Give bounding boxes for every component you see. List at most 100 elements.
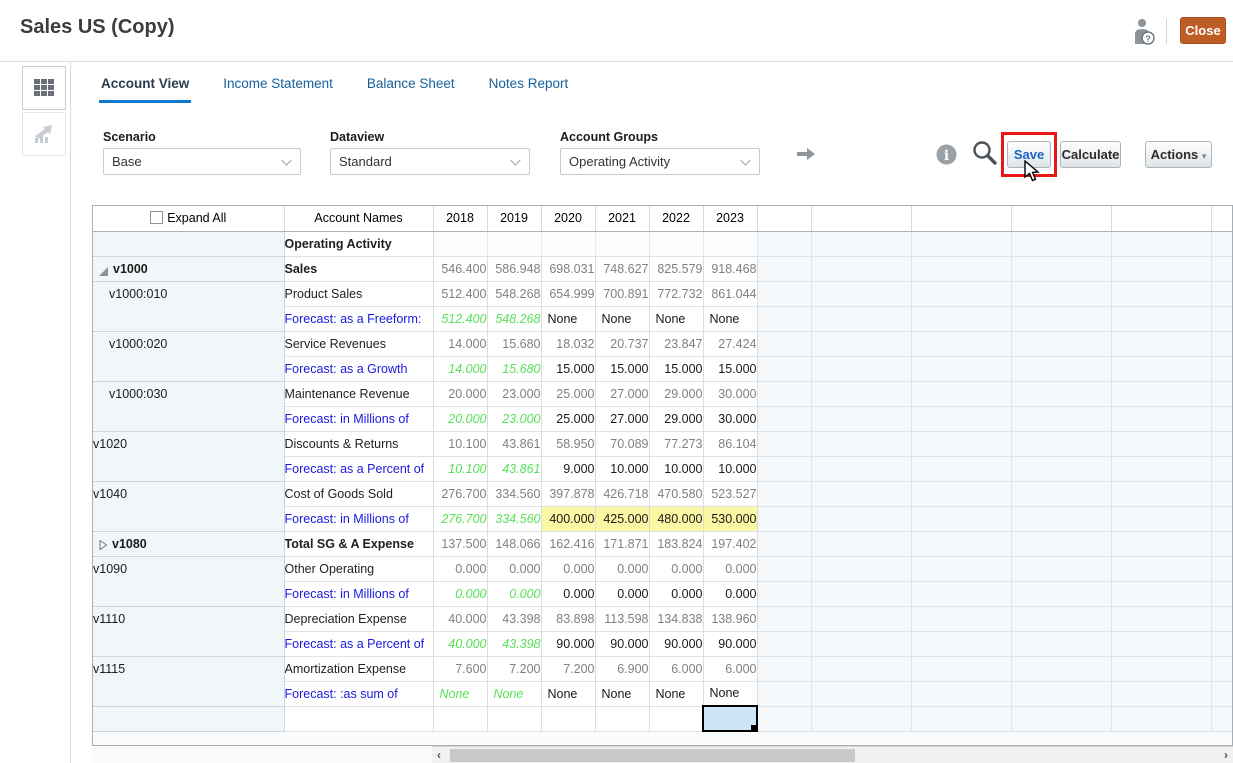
value-cell-2021[interactable]: 113.598	[595, 606, 650, 632]
scroll-left-icon[interactable]: ‹	[437, 748, 441, 762]
account-name-cell[interactable]: Maintenance Revenue	[284, 381, 434, 407]
sidebar-grid-view-button[interactable]	[22, 66, 66, 110]
expand-all-checkbox[interactable]	[150, 211, 164, 225]
account-code-cell[interactable]: v1040	[93, 481, 285, 532]
value-cell-2018[interactable]: 7.600	[433, 656, 488, 682]
sidebar-chart-view-button[interactable]	[22, 112, 66, 156]
forecast-value-cell-2022[interactable]: 29.000	[649, 406, 704, 432]
forecast-value-cell-2018[interactable]: None	[433, 681, 488, 707]
value-cell-2021[interactable]: 700.891	[595, 281, 650, 307]
forecast-value-cell-2020[interactable]: None	[541, 681, 596, 707]
forecast-value-cell-2019[interactable]: 548.268	[487, 306, 542, 332]
value-cell-2018[interactable]: 546.400	[433, 256, 488, 282]
account-name-cell[interactable]: Other Operating	[284, 556, 434, 582]
forecast-value-cell-2019[interactable]: 15.680	[487, 356, 542, 382]
account-code-cell[interactable]: v1115	[93, 656, 285, 707]
forecast-value-cell-2020[interactable]: 0.000	[541, 581, 596, 607]
forecast-value-cell-2021[interactable]: 90.000	[595, 631, 650, 657]
value-cell-2021[interactable]: 171.871	[595, 531, 650, 557]
forecast-value-cell-2018[interactable]: 10.100	[433, 456, 488, 482]
forecast-value-cell-2018[interactable]: 512.400	[433, 306, 488, 332]
save-button[interactable]: Save	[1007, 141, 1051, 168]
close-button[interactable]: Close	[1180, 17, 1226, 44]
tab-account-view[interactable]: Account View	[99, 72, 192, 103]
value-cell-2018[interactable]: 137.500	[433, 531, 488, 557]
blank-value-cell[interactable]	[595, 706, 650, 732]
forecast-method-link[interactable]: Forecast: as a Percent of	[284, 631, 434, 657]
forecast-method-link[interactable]: Forecast: in Millions of	[284, 581, 434, 607]
tab-income-statement[interactable]: Income Statement	[221, 72, 335, 103]
forecast-value-cell-2023[interactable]: 10.000	[703, 456, 758, 482]
value-cell-2023[interactable]: 197.402	[703, 531, 758, 557]
value-cell-2023[interactable]: 6.000	[703, 656, 758, 682]
actions-button[interactable]: Actions ▾	[1145, 141, 1212, 168]
year-header-2021[interactable]: 2021	[595, 206, 650, 232]
value-cell-2020[interactable]: 25.000	[541, 381, 596, 407]
value-cell-2021[interactable]: 20.737	[595, 331, 650, 357]
value-cell-2018[interactable]: 276.700	[433, 481, 488, 507]
account-name-cell[interactable]: Discounts & Returns	[284, 431, 434, 457]
forecast-method-link[interactable]: Forecast: as a Growth	[284, 356, 434, 382]
forecast-value-cell-2019[interactable]: None	[487, 681, 542, 707]
forecast-value-cell-2022[interactable]: 10.000	[649, 456, 704, 482]
account-code-cell[interactable]: v1090	[93, 556, 285, 607]
value-cell-2018[interactable]: 20.000	[433, 381, 488, 407]
forecast-value-cell-2018[interactable]: 14.000	[433, 356, 488, 382]
year-header-2022[interactable]: 2022	[649, 206, 704, 232]
forecast-method-link[interactable]: Forecast: in Millions of	[284, 506, 434, 532]
tree-collapse-icon[interactable]	[99, 265, 108, 279]
forecast-value-cell-2018[interactable]: 276.700	[433, 506, 488, 532]
account-name-cell[interactable]	[284, 706, 434, 732]
year-header-2023[interactable]: 2023	[703, 206, 758, 232]
account-name-cell[interactable]: Product Sales	[284, 281, 434, 307]
forecast-value-cell-2021[interactable]: None	[595, 306, 650, 332]
value-cell-2020[interactable]: 58.950	[541, 431, 596, 457]
selected-cell[interactable]	[702, 705, 758, 732]
value-cell-2021[interactable]: 748.627	[595, 256, 650, 282]
account-code-cell[interactable]: v1000:010	[93, 281, 285, 332]
forecast-value-cell-2020[interactable]: 25.000	[541, 406, 596, 432]
forecast-value-cell-2023[interactable]: 530.000	[703, 506, 758, 532]
value-cell-2018[interactable]: 10.100	[433, 431, 488, 457]
forecast-value-cell-2023[interactable]: 15.000	[703, 356, 758, 382]
forecast-value-cell-2023[interactable]: 30.000	[703, 406, 758, 432]
search-icon[interactable]	[971, 139, 999, 167]
user-assistance-icon[interactable]: ?	[1131, 18, 1157, 46]
value-cell-2020[interactable]: 18.032	[541, 331, 596, 357]
value-cell-2021[interactable]: 0.000	[595, 556, 650, 582]
value-cell-2020[interactable]: 0.000	[541, 556, 596, 582]
value-cell-2020[interactable]: 83.898	[541, 606, 596, 632]
value-cell-2019[interactable]: 43.398	[487, 606, 542, 632]
account-name-cell[interactable]: Sales	[284, 256, 434, 282]
go-forward-arrow-icon[interactable]	[796, 147, 816, 161]
forecast-method-link[interactable]: Forecast: in Millions of	[284, 406, 434, 432]
forecast-value-cell-2021[interactable]: 15.000	[595, 356, 650, 382]
forecast-value-cell-2020[interactable]: 90.000	[541, 631, 596, 657]
forecast-value-cell-2022[interactable]: 90.000	[649, 631, 704, 657]
value-cell-2023[interactable]: 918.468	[703, 256, 758, 282]
account-code-cell[interactable]: v1080	[93, 531, 285, 557]
scenario-select[interactable]: Base	[103, 148, 301, 175]
value-cell-2022[interactable]: 183.824	[649, 531, 704, 557]
value-cell-2018[interactable]: 0.000	[433, 556, 488, 582]
forecast-value-cell-2018[interactable]: 40.000	[433, 631, 488, 657]
tree-expand-icon[interactable]	[99, 539, 108, 553]
value-cell-2023[interactable]: 86.104	[703, 431, 758, 457]
forecast-method-link[interactable]: Forecast: as a Freeform:	[284, 306, 434, 332]
forecast-value-cell-2023[interactable]: 90.000	[703, 631, 758, 657]
forecast-value-cell-2021[interactable]: 425.000	[595, 506, 650, 532]
value-cell-2021[interactable]: 70.089	[595, 431, 650, 457]
forecast-value-cell-2022[interactable]: 480.000	[649, 506, 704, 532]
value-cell-2023[interactable]: 861.044	[703, 281, 758, 307]
fill-handle[interactable]	[751, 725, 755, 729]
account-code-cell[interactable]	[93, 231, 285, 257]
value-cell-2021[interactable]: 6.900	[595, 656, 650, 682]
account-code-cell[interactable]: v1110	[93, 606, 285, 657]
forecast-value-cell-2019[interactable]: 43.398	[487, 631, 542, 657]
forecast-value-cell-2023[interactable]: None	[703, 306, 758, 332]
value-cell-2022[interactable]: 134.838	[649, 606, 704, 632]
calculate-button[interactable]: Calculate	[1060, 141, 1121, 168]
forecast-value-cell-2022[interactable]: 15.000	[649, 356, 704, 382]
value-cell-2021[interactable]: 27.000	[595, 381, 650, 407]
account-code-cell[interactable]: v1000:020	[93, 331, 285, 382]
